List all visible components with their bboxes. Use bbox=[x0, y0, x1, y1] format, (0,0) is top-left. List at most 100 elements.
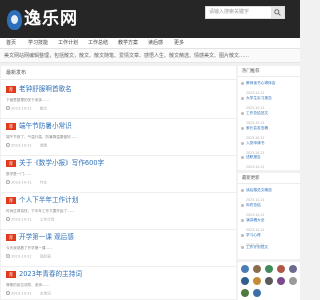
post-excerpt: 时间过得真快，下半年工作又要开始了…… bbox=[6, 209, 75, 213]
avatar[interactable] bbox=[265, 265, 273, 273]
bullet-icon bbox=[241, 189, 244, 192]
post-excerpt: 端午节到了，气温升高，防暑降温要做好…… bbox=[6, 135, 78, 139]
nav-item-home[interactable]: 首页 bbox=[6, 38, 16, 49]
avatar[interactable] bbox=[277, 277, 285, 285]
search-box: 请输入搜索关键字 bbox=[205, 6, 285, 19]
post-title[interactable]: 开学第一课 观后感 bbox=[19, 232, 74, 242]
nav-item-plan[interactable]: 工作计划 bbox=[58, 38, 78, 49]
nav-item-more[interactable]: 更多 bbox=[174, 38, 184, 49]
sidebar-item-title[interactable]: 工作总结范文 bbox=[246, 111, 298, 116]
avatar[interactable] bbox=[253, 277, 261, 285]
clock-icon bbox=[6, 254, 10, 258]
sidebar-item-title[interactable]: 大学生实习报告 bbox=[246, 96, 298, 101]
post-meta: 2023-10-21 作文 bbox=[6, 180, 47, 186]
post-title[interactable]: 个人下半年工作计划 bbox=[19, 195, 78, 205]
clock-icon bbox=[6, 143, 10, 147]
post-excerpt: 尊敬的各位领导、老师…… bbox=[6, 283, 50, 287]
clock-icon bbox=[6, 180, 10, 184]
sidebar-item-title[interactable]: 入党申请书 bbox=[246, 141, 298, 146]
clock-icon bbox=[6, 291, 10, 295]
sidebar-hot-title: 热门推荐 bbox=[238, 66, 300, 77]
section-title: 最新发布 bbox=[1, 66, 236, 80]
search-input[interactable]: 请输入搜索关键字 bbox=[206, 7, 272, 18]
post-meta: 2023-10-21 散文 bbox=[6, 106, 47, 112]
avatar[interactable] bbox=[289, 265, 297, 273]
sidebar-item-title[interactable]: 述职报告 bbox=[246, 155, 298, 160]
sidebar-item-title[interactable]: 演讲稿大全 bbox=[246, 218, 298, 223]
site-logo[interactable]: 逸乐网 bbox=[7, 7, 77, 33]
recommend-badge: 荐 bbox=[6, 197, 16, 204]
sidebar-item-title[interactable]: 读后感范文精选 bbox=[246, 188, 298, 193]
sidebar-item: 述职报告 2023-10-21 bbox=[238, 155, 300, 170]
sidebar-item-title[interactable]: 年终总结 bbox=[246, 203, 298, 208]
bullet-icon bbox=[241, 204, 244, 207]
sidebar-item: 家长会发言稿 2023-10-21 bbox=[238, 126, 300, 141]
sidebar-item: 入党申请书 2023-10-21 bbox=[238, 141, 300, 156]
post-excerpt: 今天我观看了开学第一课…… bbox=[6, 246, 53, 250]
main-content: 最新发布 荐 老钟舒服啊首歌名 下面是整理的关于老钟…… 2023-10-21 散… bbox=[1, 66, 236, 300]
recommend-badge: 荐 bbox=[6, 123, 16, 130]
bullet-icon bbox=[241, 97, 244, 100]
recommend-badge: 荐 bbox=[6, 86, 16, 93]
sidebar-new: 最新更新 读后感范文精选 2023-10-21 年终总结 2023-10-21 演讲… bbox=[238, 173, 300, 259]
nav-item-teaching[interactable]: 教学方案 bbox=[118, 38, 138, 49]
bullet-icon bbox=[241, 82, 244, 85]
post-title[interactable]: 2023年青春的主持词 bbox=[19, 269, 82, 279]
sidebar-avatar-grid bbox=[238, 262, 300, 300]
sidebar-item: 演讲稿大全 2023-10-21 bbox=[238, 218, 300, 233]
list-item: 荐 关于《数学小报》写作600字 数学是一门…… 2023-10-21 作文 bbox=[1, 158, 236, 193]
list-item: 荐 开学第一课 观后感 今天我观看了开学第一课…… 2023-10-21 观后感 bbox=[1, 232, 236, 267]
bullet-icon bbox=[241, 219, 244, 222]
bullet-icon bbox=[241, 234, 244, 237]
avatar[interactable] bbox=[265, 277, 273, 285]
top-bar: 逸乐网 请输入搜索关键字 bbox=[0, 0, 300, 38]
list-item: 荐 端午节防暑小常识 端午节到了，气温升高，防暑降温要做好…… 2023-10-… bbox=[1, 121, 236, 156]
nav-item-summary[interactable]: 工作总结 bbox=[88, 38, 108, 49]
search-button[interactable] bbox=[271, 7, 284, 18]
sidebar-item-date: 2023-10-21 bbox=[246, 165, 265, 169]
bullet-icon bbox=[241, 142, 244, 145]
sidebar-item-date: 2023-10-21 bbox=[246, 91, 265, 95]
clock-icon bbox=[6, 217, 10, 221]
recommend-badge: 荐 bbox=[6, 271, 16, 278]
avatar[interactable] bbox=[253, 289, 261, 297]
bullet-icon bbox=[241, 112, 244, 115]
avatar[interactable] bbox=[241, 265, 249, 273]
sidebar-item: 教师读书心得体会 2023-10-21 bbox=[238, 81, 300, 96]
post-title[interactable]: 关于《数学小报》写作600字 bbox=[19, 158, 104, 168]
bullet-icon bbox=[241, 127, 244, 130]
avatar[interactable] bbox=[241, 277, 249, 285]
recommend-badge: 荐 bbox=[6, 160, 16, 167]
post-title[interactable]: 老钟舒服啊首歌名 bbox=[19, 84, 72, 94]
nav-item-reviews[interactable]: 读后感 bbox=[148, 38, 163, 49]
list-item: 荐 老钟舒服啊首歌名 下面是整理的关于老钟…… 2023-10-21 散文 bbox=[1, 84, 236, 119]
sidebar-item-title[interactable]: 家长会发言稿 bbox=[246, 126, 298, 131]
avatar[interactable] bbox=[253, 265, 261, 273]
sidebar-item-date: 2023-10-21 bbox=[246, 106, 265, 110]
post-title[interactable]: 端午节防暑小常识 bbox=[19, 121, 72, 131]
sidebar-item: 读后感范文精选 2023-10-21 bbox=[238, 188, 300, 203]
sidebar-item-date: 2023-10-21 bbox=[246, 121, 265, 125]
sidebar-item-title[interactable]: 学习心得 bbox=[246, 233, 298, 238]
post-excerpt: 下面是整理的关于老钟…… bbox=[6, 98, 50, 102]
sidebar-hot: 热门推荐 教师读书心得体会 2023-10-21 大学生实习报告 2023-10-2… bbox=[238, 66, 300, 170]
nav-item-skills[interactable]: 学习技能 bbox=[28, 38, 48, 49]
logo-mark-icon bbox=[7, 10, 22, 30]
main-nav: 首页 学习技能 工作计划 工作总结 教学方案 读后感 更多 bbox=[0, 38, 300, 49]
sidebar-item: 工作总结范文 2023-10-21 bbox=[238, 111, 300, 126]
post-meta: 2023-10-21 健康 bbox=[6, 143, 47, 149]
post-meta: 2023-10-21 主持词 bbox=[6, 291, 51, 297]
avatar[interactable] bbox=[289, 277, 297, 285]
sidebar-new-title: 最新更新 bbox=[238, 173, 300, 184]
clock-icon bbox=[6, 106, 10, 110]
sidebar-item: 大学生实习报告 2023-10-21 bbox=[238, 96, 300, 111]
search-icon bbox=[274, 9, 281, 16]
sidebar-item-date: 2023-10-21 bbox=[246, 136, 265, 140]
avatar[interactable] bbox=[241, 289, 249, 297]
post-meta: 2023-10-21 工作计划 bbox=[6, 217, 54, 223]
bullet-icon bbox=[241, 246, 244, 249]
recommend-badge: 荐 bbox=[6, 234, 16, 241]
avatar[interactable] bbox=[277, 265, 285, 273]
sidebar-item-title[interactable]: 教师读书心得体会 bbox=[246, 81, 298, 86]
sidebar-item-title[interactable]: 工作计划范文 bbox=[246, 245, 298, 250]
